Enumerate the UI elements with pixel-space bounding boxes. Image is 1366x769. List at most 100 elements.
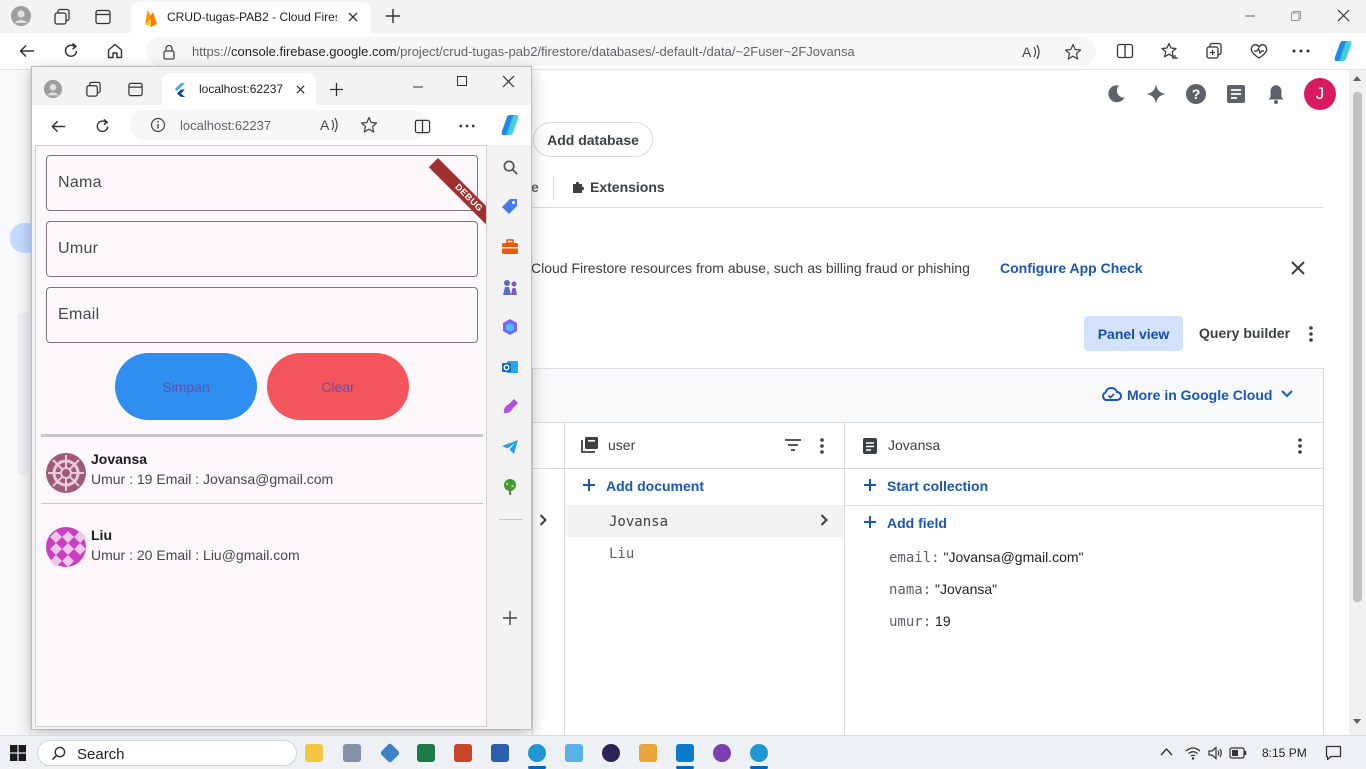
taskbar-game-controller-icon[interactable] [343, 744, 361, 762]
sidebar-add-icon[interactable] [502, 610, 518, 626]
split-screen-icon[interactable] [1116, 42, 1134, 60]
list-item[interactable]: Jovansa Umur : 19 Email : Jovansa@gmail.… [36, 441, 486, 511]
tab-extensions[interactable]: Extensions [590, 179, 665, 195]
sidebar-games-chess-icon[interactable] [501, 278, 519, 296]
sidebar-designer-icon[interactable] [501, 398, 519, 416]
read-aloud-icon[interactable]: A [1022, 43, 1042, 61]
dark-mode-icon[interactable] [1105, 83, 1127, 105]
taskbar-search-box[interactable]: Search [37, 740, 297, 766]
taskbar-edge-icon[interactable] [528, 744, 546, 762]
configure-app-check-link[interactable]: Configure App Check [1000, 260, 1143, 276]
back-icon[interactable] [18, 42, 36, 60]
chevron-down-icon[interactable] [1281, 390, 1293, 398]
inner-split-screen-icon[interactable] [414, 118, 431, 135]
nama-field[interactable]: Nama [46, 155, 478, 211]
inner-new-tab-icon[interactable] [328, 81, 345, 98]
document-row-jovansa[interactable]: Jovansa [609, 514, 668, 530]
simpan-button[interactable]: Simpan [115, 353, 257, 420]
taskbar-edge-2-icon[interactable] [750, 744, 768, 762]
collections-icon[interactable] [1205, 42, 1223, 60]
taskbar-excel-icon[interactable] [417, 744, 435, 762]
view-options-kebab-icon[interactable] [1308, 325, 1314, 343]
scrollbar-thumb[interactable] [1353, 92, 1362, 602]
start-collection-button[interactable]: Start collection [887, 478, 988, 494]
inner-minimize-icon[interactable] [412, 81, 424, 93]
taskbar-clock[interactable]: 8:15 PM [1262, 746, 1307, 760]
email-field[interactable]: Email [46, 287, 478, 343]
panel-view-button[interactable]: Panel view [1084, 316, 1183, 351]
inner-info-icon[interactable] [150, 117, 166, 133]
scroll-down-arrow-icon[interactable] [1353, 719, 1361, 724]
sidebar-tree-icon[interactable] [501, 478, 519, 496]
taskbar-file-explorer-icon[interactable] [305, 744, 323, 762]
browser-essentials-icon[interactable] [1249, 42, 1269, 60]
list-item[interactable]: Liu Umur : 20 Email : Liu@gmail.com [36, 517, 486, 587]
taskbar-diamond-app-icon[interactable] [379, 742, 401, 764]
release-notes-icon[interactable] [1225, 83, 1247, 105]
add-field-button[interactable]: Add field [887, 515, 947, 531]
sidebar-search-icon[interactable] [502, 159, 519, 176]
tab-firebase[interactable]: CRUD-tugas-PAB2 - Cloud Firestore [131, 2, 371, 33]
url-bar[interactable]: https://console.firebase.google.com/proj… [146, 37, 1096, 66]
close-banner-icon[interactable] [1290, 260, 1306, 276]
workspaces-icon[interactable] [53, 8, 71, 26]
volume-icon[interactable] [1207, 745, 1223, 761]
inner-vertical-tabs-icon[interactable] [127, 81, 144, 98]
help-icon[interactable]: ? [1185, 83, 1207, 105]
refresh-icon[interactable] [62, 42, 80, 60]
field-row-email[interactable]: email: "Jovansa@gmail.com" [889, 549, 1084, 566]
show-hidden-icons-chevron-icon[interactable] [1160, 747, 1173, 756]
inner-back-icon[interactable] [50, 118, 67, 135]
taskbar-flutter-icon[interactable] [565, 744, 583, 762]
query-builder-button[interactable]: Query builder [1199, 325, 1290, 341]
tab-partial-label[interactable]: e [531, 179, 539, 195]
sidebar-microsoft365-icon[interactable] [501, 318, 519, 336]
taskbar-github-desktop-icon[interactable] [713, 744, 731, 762]
minimize-icon[interactable] [1244, 10, 1256, 22]
inner-copilot-icon[interactable] [498, 113, 522, 137]
clear-button[interactable]: Clear [267, 353, 409, 420]
scroll-up-arrow-icon[interactable] [1353, 76, 1361, 81]
copilot-icon[interactable] [1331, 39, 1355, 63]
inner-close-tab-icon[interactable] [295, 84, 306, 95]
notifications-bell-icon[interactable] [1265, 83, 1287, 105]
field-row-umur[interactable]: umur: 19 [889, 613, 951, 630]
inner-read-aloud-icon[interactable]: A [320, 116, 340, 134]
document-chevron-right-icon[interactable] [820, 514, 828, 526]
favorites-icon[interactable] [1161, 42, 1179, 60]
root-chevron-right-icon[interactable] [539, 514, 547, 526]
gemini-sparkle-icon[interactable] [1145, 83, 1167, 105]
more-in-google-cloud-button[interactable]: More in Google Cloud [1127, 387, 1272, 403]
account-avatar[interactable]: J [1304, 78, 1336, 110]
inner-tab[interactable]: localhost:62237 [162, 73, 316, 105]
lock-icon[interactable] [162, 44, 176, 60]
document-row-selected[interactable] [565, 505, 844, 537]
sidebar-tools-briefcase-icon[interactable] [501, 238, 519, 256]
collection-kebab-icon[interactable] [819, 437, 825, 455]
taskbar-powerpoint-icon[interactable] [454, 744, 472, 762]
field-row-nama[interactable]: nama: "Jovansa" [889, 581, 997, 598]
taskbar-vscode-icon[interactable] [676, 744, 694, 762]
inner-profile-icon[interactable] [43, 79, 63, 99]
sidebar-telegram-icon[interactable] [501, 438, 519, 456]
inner-url-bar[interactable]: localhost:62237 A [130, 110, 428, 140]
taskbar-word-icon[interactable] [491, 744, 509, 762]
sidebar-outlook-icon[interactable] [501, 358, 519, 376]
vertical-tabs-icon[interactable] [94, 8, 112, 26]
inner-close-window-icon[interactable] [502, 75, 515, 88]
start-collection-plus-icon[interactable] [864, 479, 876, 491]
battery-icon[interactable] [1229, 746, 1247, 760]
inner-maximize-icon[interactable] [456, 75, 468, 87]
taskbar-paint-icon[interactable] [639, 744, 657, 762]
close-tab-icon[interactable] [347, 11, 359, 23]
inner-workspaces-icon[interactable] [85, 81, 102, 98]
add-database-button[interactable]: Add database [533, 122, 653, 157]
restore-icon[interactable] [1290, 10, 1302, 22]
home-icon[interactable] [106, 42, 124, 60]
add-document-plus-icon[interactable] [583, 479, 595, 491]
sidebar-shopping-tag-icon[interactable] [501, 198, 519, 216]
document-kebab-icon[interactable] [1297, 437, 1303, 455]
favorite-star-icon[interactable] [1064, 43, 1082, 61]
umur-field[interactable]: Umur [46, 221, 478, 277]
notification-center-icon[interactable] [1325, 745, 1342, 761]
